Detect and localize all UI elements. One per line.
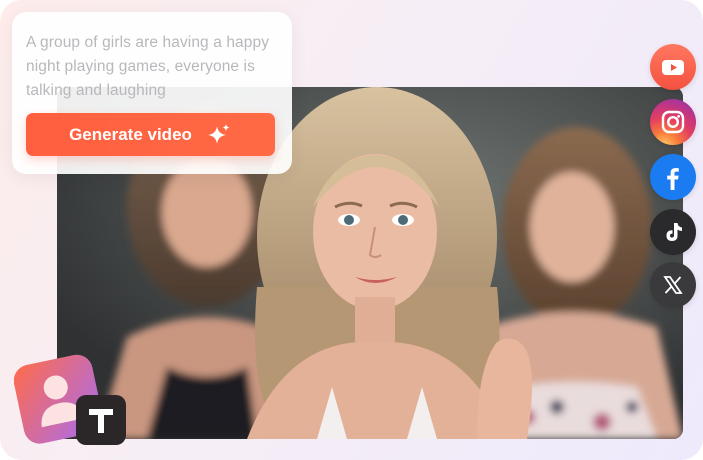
instagram-button[interactable] <box>650 99 696 145</box>
prompt-text[interactable]: A group of girls are having a happy nigh… <box>26 31 282 103</box>
youtube-button[interactable] <box>650 44 696 90</box>
sparkle-icon <box>207 123 230 144</box>
avatar-text-icon <box>14 354 126 445</box>
x-icon <box>663 276 683 294</box>
prompt-card: A group of girls are having a happy nigh… <box>12 12 292 174</box>
tiktok-button[interactable] <box>650 209 696 255</box>
facebook-icon <box>667 168 679 190</box>
instagram-icon <box>661 110 685 134</box>
generate-video-label: Generate video <box>69 124 192 144</box>
x-button[interactable] <box>650 262 696 308</box>
tiktok-icon <box>666 223 682 241</box>
generate-video-button[interactable]: Generate video <box>26 113 275 156</box>
facebook-button[interactable] <box>650 154 696 200</box>
youtube-icon <box>662 60 684 75</box>
